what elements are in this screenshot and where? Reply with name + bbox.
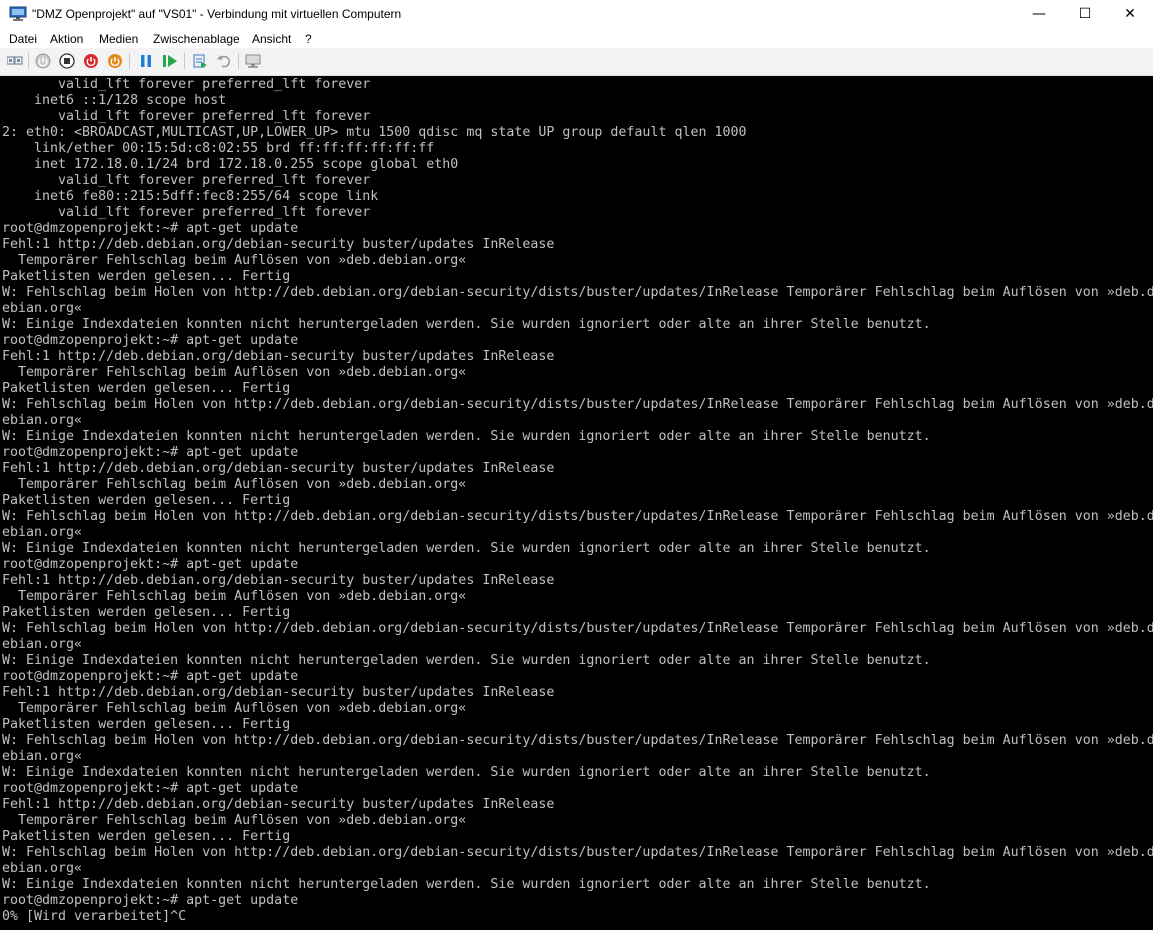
menu-aktion[interactable]: Aktion [50,32,83,46]
console-line: Paketlisten werden gelesen... Fertig [2,269,291,284]
console-line: root@dmzopenprojekt:~# apt-get update [2,893,299,908]
vm-console[interactable]: valid_lft forever preferred_lft forever … [0,76,1153,930]
console-line: inet 172.18.0.1/24 brd 172.18.0.255 scop… [2,157,459,172]
console-line: root@dmzopenprojekt:~# apt-get update [2,445,299,460]
console-line: ebian.org« [2,525,83,540]
console-line: link/ether 00:15:5d:c8:02:55 brd ff:ff:f… [2,141,435,156]
console-line: root@dmzopenprojekt:~# apt-get update [2,221,299,236]
console-line: ebian.org« [2,413,83,428]
console-line: W: Einige Indexdateien konnten nicht her… [2,317,931,332]
checkpoint-icon[interactable] [191,52,209,70]
menu-datei[interactable]: Datei [9,32,37,46]
toolbar-separator [129,53,130,69]
vm-connection-icon [9,6,27,21]
console-line: Temporärer Fehlschlag beim Auflösen von … [2,813,467,828]
console-line: Paketlisten werden gelesen... Fertig [2,829,291,844]
menu-ansicht[interactable]: Ansicht [252,32,291,46]
console-line: Temporärer Fehlschlag beim Auflösen von … [2,477,467,492]
toolbar-separator [28,53,29,69]
pause-icon[interactable] [137,52,155,70]
console-line: W: Einige Indexdateien konnten nicht her… [2,765,931,780]
window-titlebar[interactable]: "DMZ Openprojekt" auf "VS01" - Verbindun… [0,0,1153,30]
console-line: W: Fehlschlag beim Holen von http://deb.… [2,845,1153,860]
console-line: W: Fehlschlag beim Holen von http://deb.… [2,397,1153,412]
minimize-button[interactable]: — [1016,0,1062,30]
console-line: valid_lft forever preferred_lft forever [2,77,371,92]
close-button[interactable]: ✕ [1107,0,1153,30]
console-line: valid_lft forever preferred_lft forever [2,205,371,220]
console-line: Fehl:1 http://deb.debian.org/debian-secu… [2,349,555,364]
console-line: W: Einige Indexdateien konnten nicht her… [2,429,931,444]
console-line: inet6 ::1/128 scope host [2,93,227,108]
revert-icon[interactable] [215,52,233,70]
toolbar-separator [184,53,185,69]
console-line: valid_lft forever preferred_lft forever [2,109,371,124]
menu-zwischenablage[interactable]: Zwischenablage [153,32,240,46]
console-line: Fehl:1 http://deb.debian.org/debian-secu… [2,797,555,812]
start-icon[interactable] [34,52,52,70]
console-line: Fehl:1 http://deb.debian.org/debian-secu… [2,237,555,252]
console-line: ebian.org« [2,301,83,316]
console-line: Paketlisten werden gelesen... Fertig [2,605,291,620]
console-line: Fehl:1 http://deb.debian.org/debian-secu… [2,461,555,476]
toolbar-separator [238,53,239,69]
menu-help[interactable]: ? [305,32,312,46]
console-line: ebian.org« [2,637,83,652]
resume-icon[interactable] [161,52,179,70]
menu-medien[interactable]: Medien [99,32,138,46]
console-line: 0% [Wird verarbeitet]^C [2,909,187,924]
console-line: W: Fehlschlag beim Holen von http://deb.… [2,509,1153,524]
console-line: 2: eth0: <BROADCAST,MULTICAST,UP,LOWER_U… [2,125,747,140]
ctrl-alt-del-icon[interactable] [6,52,24,70]
console-line: W: Fehlschlag beim Holen von http://deb.… [2,733,1153,748]
console-line: root@dmzopenprojekt:~# apt-get update [2,669,299,684]
console-line: valid_lft forever preferred_lft forever [2,173,371,188]
turn-off-icon[interactable] [58,52,76,70]
console-line: W: Einige Indexdateien konnten nicht her… [2,541,931,556]
console-line: Temporärer Fehlschlag beim Auflösen von … [2,701,467,716]
toolbar [0,48,1153,76]
console-line: Paketlisten werden gelesen... Fertig [2,381,291,396]
shutdown-icon[interactable] [82,52,100,70]
enhanced-session-icon[interactable] [245,52,263,70]
console-line: ebian.org« [2,861,83,876]
console-line: Paketlisten werden gelesen... Fertig [2,717,291,732]
console-line: root@dmzopenprojekt:~# apt-get update [2,781,299,796]
maximize-button[interactable]: ☐ [1062,0,1108,30]
console-line: ebian.org« [2,749,83,764]
console-line: W: Fehlschlag beim Holen von http://deb.… [2,621,1153,636]
console-line: W: Einige Indexdateien konnten nicht her… [2,877,931,892]
console-line: Temporärer Fehlschlag beim Auflösen von … [2,365,467,380]
console-line: W: Fehlschlag beim Holen von http://deb.… [2,285,1153,300]
console-line: Fehl:1 http://deb.debian.org/debian-secu… [2,685,555,700]
console-line: root@dmzopenprojekt:~# apt-get update [2,557,299,572]
console-line: W: Einige Indexdateien konnten nicht her… [2,653,931,668]
console-line: root@dmzopenprojekt:~# apt-get update [2,333,299,348]
console-line: inet6 fe80::215:5dff:fec8:255/64 scope l… [2,189,379,204]
save-state-icon[interactable] [106,52,124,70]
console-line: Fehl:1 http://deb.debian.org/debian-secu… [2,573,555,588]
menu-bar: Datei Aktion Medien Zwischenablage Ansic… [0,30,1153,48]
console-line: Temporärer Fehlschlag beim Auflösen von … [2,589,467,604]
console-line: Paketlisten werden gelesen... Fertig [2,493,291,508]
window-title: "DMZ Openprojekt" auf "VS01" - Verbindun… [32,7,402,21]
console-line: Temporärer Fehlschlag beim Auflösen von … [2,253,467,268]
